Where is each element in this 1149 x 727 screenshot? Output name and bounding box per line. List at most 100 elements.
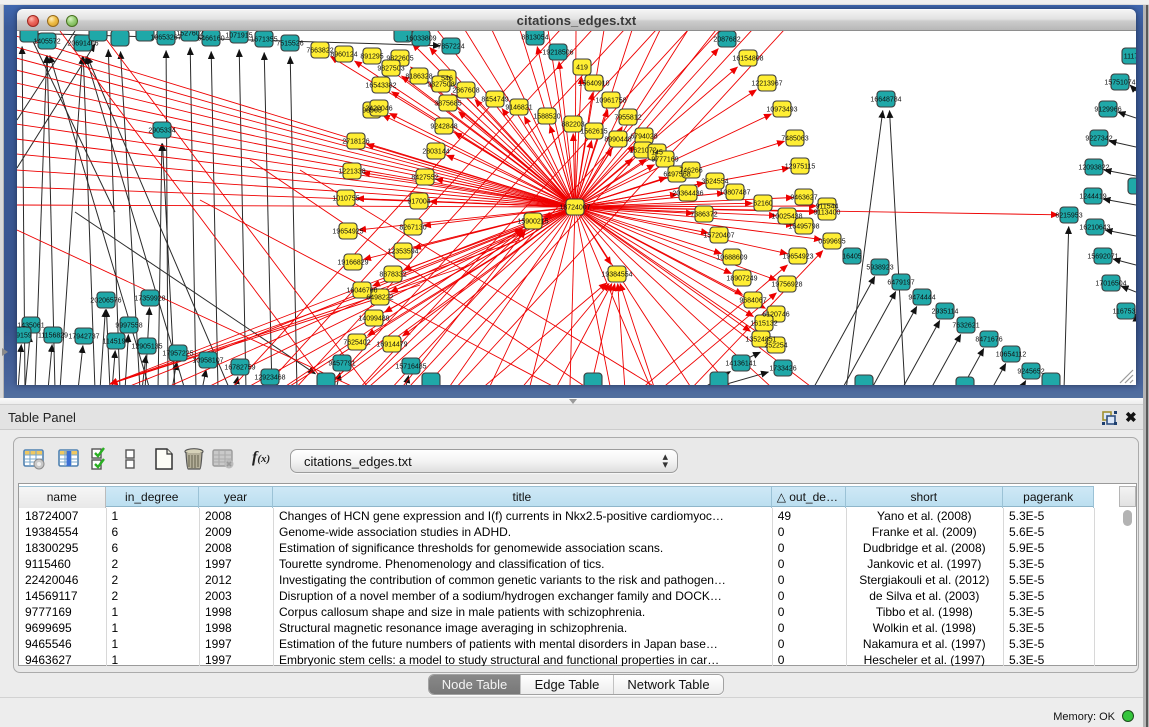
svg-text:19654923: 19654923 — [782, 254, 813, 261]
svg-text:1145194: 1145194 — [103, 339, 130, 346]
svg-text:252254: 252254 — [764, 343, 787, 350]
svg-text:2420046: 2420046 — [365, 106, 392, 113]
svg-text:419: 419 — [576, 65, 588, 72]
svg-text:14099489: 14099489 — [358, 316, 389, 323]
svg-text:9684067: 9684067 — [739, 298, 766, 305]
svg-text:16046766: 16046766 — [346, 288, 377, 295]
svg-text:20206576: 20206576 — [90, 298, 121, 305]
svg-text:6120746: 6120746 — [762, 312, 789, 319]
svg-text:746266: 746266 — [679, 168, 702, 175]
svg-text:2087682: 2087682 — [713, 37, 740, 44]
svg-text:882203: 882203 — [561, 122, 584, 129]
svg-text:9129966: 9129966 — [1094, 107, 1121, 114]
svg-text:7857224: 7857224 — [437, 44, 464, 51]
svg-text:1615132: 1615132 — [750, 321, 777, 328]
svg-text:16495798: 16495798 — [788, 224, 819, 231]
svg-text:16543382: 16543382 — [365, 83, 396, 90]
svg-text:17942737: 17942737 — [68, 334, 99, 341]
svg-text:3875685: 3875685 — [434, 101, 461, 108]
svg-text:8454749: 8454749 — [481, 97, 508, 104]
svg-text:12213967: 12213967 — [751, 81, 782, 88]
svg-text:2935114: 2935114 — [932, 309, 959, 316]
svg-text:6466160: 6466160 — [197, 36, 224, 43]
svg-text:2803144: 2803144 — [422, 149, 449, 156]
svg-text:10654112: 10654112 — [996, 352, 1027, 359]
svg-text:9827503: 9827503 — [377, 66, 404, 73]
svg-text:11156829: 11156829 — [38, 333, 68, 340]
svg-text:5938923: 5938923 — [866, 265, 893, 272]
svg-text:1405572: 1405572 — [33, 39, 60, 46]
svg-text:16782759: 16782759 — [224, 365, 255, 372]
svg-text:1010755: 1010755 — [332, 196, 359, 203]
svg-text:16154808: 16154808 — [732, 56, 763, 63]
svg-text:17016504: 17016504 — [1095, 281, 1126, 288]
svg-text:1588520: 1588520 — [533, 114, 560, 121]
svg-text:10807487: 10807487 — [719, 190, 750, 197]
svg-text:10961758: 10961758 — [595, 98, 626, 105]
svg-text:9822605: 9822605 — [386, 56, 413, 63]
svg-text:7386372: 7386372 — [690, 212, 717, 219]
svg-text:1167533: 1167533 — [1113, 309, 1136, 316]
svg-text:17359928: 17359928 — [134, 296, 165, 303]
svg-text:8813054: 8813054 — [521, 35, 548, 42]
svg-text:6498222: 6498222 — [366, 295, 393, 302]
svg-text:1221338: 1221338 — [338, 169, 365, 176]
svg-text:8878332: 8878332 — [379, 272, 406, 279]
svg-text:7955812: 7955812 — [614, 115, 641, 122]
svg-text:14136141: 14136141 — [725, 361, 756, 368]
svg-text:8990448: 8990448 — [604, 137, 631, 144]
svg-text:145: 145 — [651, 150, 663, 157]
svg-text:18724007: 18724007 — [559, 205, 590, 212]
svg-text:1071915: 1071915 — [225, 33, 252, 40]
svg-text:10688609: 10688609 — [716, 255, 747, 262]
svg-text:12353594: 12353594 — [387, 249, 418, 256]
svg-text:12905135: 12905135 — [131, 344, 162, 351]
svg-text:2867608: 2867608 — [452, 88, 479, 95]
svg-text:9474444: 9474444 — [908, 295, 935, 302]
svg-text:20364436: 20364436 — [672, 191, 703, 198]
svg-text:10958107: 10958107 — [192, 358, 223, 365]
svg-text:16210643: 16210643 — [1079, 225, 1110, 232]
svg-text:8427552: 8427552 — [411, 175, 438, 182]
svg-text:9245652: 9245652 — [1017, 369, 1044, 376]
svg-text:15720407: 15720407 — [703, 233, 734, 240]
svg-text:15692071: 15692071 — [1087, 254, 1118, 261]
svg-text:19166829: 19166829 — [337, 260, 368, 267]
svg-text:15640910: 15640910 — [578, 81, 609, 88]
svg-text:17957225: 17957225 — [162, 351, 193, 358]
svg-text:15716485: 15716485 — [395, 364, 426, 371]
svg-text:16405: 16405 — [842, 254, 862, 261]
svg-text:6794028: 6794028 — [630, 134, 657, 141]
svg-text:8471676: 8471676 — [975, 337, 1002, 344]
svg-text:9463627: 9463627 — [790, 195, 817, 202]
svg-text:16648784: 16648784 — [870, 97, 901, 104]
svg-text:20691406: 20691406 — [67, 41, 98, 48]
svg-text:12975115: 12975115 — [785, 164, 816, 171]
svg-text:3624554: 3624554 — [701, 179, 728, 186]
svg-text:0699695: 0699695 — [818, 239, 845, 246]
svg-text:1244419: 1244419 — [1079, 194, 1106, 201]
svg-text:8186328: 8186328 — [405, 74, 432, 81]
svg-text:16914479: 16914479 — [376, 342, 407, 349]
svg-text:7625402: 7625402 — [343, 340, 370, 347]
svg-text:7632621: 7632621 — [952, 323, 979, 330]
svg-text:19654925: 19654925 — [332, 229, 363, 236]
svg-text:8267130: 8267130 — [399, 225, 426, 232]
svg-text:39159: 39159 — [17, 333, 32, 340]
svg-text:15900215: 15900215 — [517, 219, 548, 226]
svg-text:7485063: 7485063 — [781, 136, 808, 143]
svg-text:19756928: 19756928 — [771, 282, 802, 289]
svg-text:8215953: 8215953 — [1055, 213, 1082, 220]
svg-text:9997558: 9997558 — [115, 323, 142, 330]
svg-text:9457791: 9457791 — [328, 361, 355, 368]
svg-text:1671355: 1671355 — [250, 37, 277, 44]
svg-text:18907249: 18907249 — [726, 276, 757, 283]
svg-text:2718126: 2718126 — [342, 139, 369, 146]
svg-text:19384554: 19384554 — [601, 272, 632, 279]
svg-text:917004: 917004 — [407, 199, 430, 206]
svg-text:10025438: 10025438 — [771, 214, 802, 221]
svg-text:891295: 891295 — [360, 54, 383, 61]
svg-text:16033809: 16033809 — [405, 36, 436, 43]
svg-text:7515526: 7515526 — [276, 41, 303, 48]
svg-text:12923468: 12923468 — [254, 375, 285, 382]
